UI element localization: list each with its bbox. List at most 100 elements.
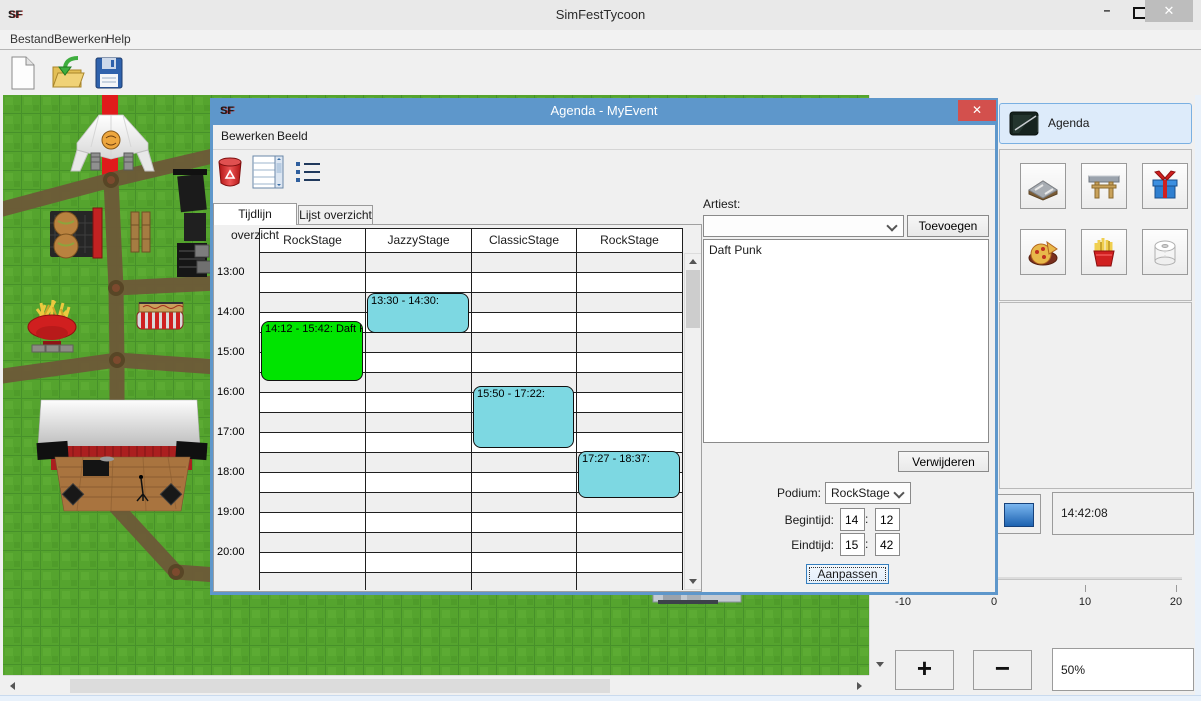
main-menubar: Bestand Bewerken Help xyxy=(0,30,1201,50)
agenda-button-label: Agenda xyxy=(1048,116,1089,130)
stage-header: JazzyStage xyxy=(365,228,472,253)
zoom-out-button[interactable]: − xyxy=(973,650,1032,690)
dialog-close-button[interactable]: ✕ xyxy=(958,100,996,121)
agenda-button[interactable]: Agenda xyxy=(999,103,1192,144)
zoom-level-box[interactable]: 50% xyxy=(1052,648,1194,691)
clock-display: 14:42:08 xyxy=(1052,492,1194,535)
menu-help[interactable]: Help xyxy=(106,32,131,46)
shop-item-toilet-paper[interactable] xyxy=(1142,229,1188,275)
map-hscroll-thumb[interactable] xyxy=(70,679,610,693)
scroll-left-icon[interactable] xyxy=(10,682,15,690)
begin-minute-field[interactable] xyxy=(875,508,900,531)
chevron-down-icon xyxy=(886,220,897,231)
grid-column-line xyxy=(365,253,366,590)
begin-time-label: Begintijd: xyxy=(681,513,834,527)
timeline-view-button[interactable] xyxy=(251,154,285,193)
shop-item-road[interactable] xyxy=(1020,163,1066,209)
timeline-scrollbar[interactable] xyxy=(684,253,702,590)
open-file-button[interactable] xyxy=(50,55,86,93)
schedule-event[interactable]: 14:12 - 15:42: Daft Punk xyxy=(261,321,363,381)
shop-item-pizza[interactable] xyxy=(1020,229,1066,275)
schedule-event[interactable]: 15:50 - 17:22: xyxy=(473,386,574,447)
timeline-panel: RockStageJazzyStageClassicStageRockStage… xyxy=(213,224,702,592)
dialog-menubar: Bewerken Beeld xyxy=(213,125,995,150)
toilet-paper-icon xyxy=(1147,234,1183,270)
scroll-down-icon[interactable] xyxy=(876,662,884,667)
podium-combobox[interactable]: RockStage xyxy=(825,482,911,504)
shop-item-fries[interactable] xyxy=(1081,229,1127,275)
stage-header: RockStage xyxy=(576,228,683,253)
menu-bestand[interactable]: Bestand xyxy=(10,32,54,46)
slider-label: 0 xyxy=(979,596,1009,608)
schedule-event[interactable]: 17:27 - 18:37: xyxy=(578,451,680,498)
play-pause-icon xyxy=(1004,503,1034,527)
slider-label: 10 xyxy=(1070,596,1100,608)
slider-label: -10 xyxy=(888,596,918,608)
time-label: 14:00 xyxy=(217,306,257,318)
scroll-down-icon[interactable] xyxy=(689,579,697,584)
grid-column-line xyxy=(682,253,683,590)
end-time-label: Eindtijd: xyxy=(681,538,834,552)
end-hour-field[interactable] xyxy=(840,533,865,556)
artist-combobox[interactable] xyxy=(703,215,904,237)
chevron-down-icon xyxy=(893,487,904,498)
artist-list-item[interactable]: Daft Punk xyxy=(704,240,988,260)
dialog-menu-beeld[interactable]: Beeld xyxy=(277,129,308,143)
main-toolbar xyxy=(0,50,1201,95)
remove-artist-button[interactable]: Verwijderen xyxy=(898,451,989,472)
time-label: 13:00 xyxy=(217,266,257,278)
scroll-right-icon[interactable] xyxy=(857,682,862,690)
close-button[interactable]: ✕ xyxy=(1145,0,1193,22)
begin-hour-field[interactable] xyxy=(840,508,865,531)
list-view-button[interactable] xyxy=(293,157,323,190)
dialog-titlebar[interactable]: SF Agenda - MyEvent ✕ xyxy=(210,98,998,125)
save-file-button[interactable] xyxy=(93,55,129,93)
grid-column-line xyxy=(471,253,472,590)
window-title: SimFestTycoon xyxy=(0,7,1201,22)
time-label: 16:00 xyxy=(217,386,257,398)
map-horizontal-scrollbar[interactable] xyxy=(3,675,869,696)
add-artist-button[interactable]: Toevoegen xyxy=(907,215,989,237)
timeline-scroll-thumb[interactable] xyxy=(686,270,700,328)
grid-column-line xyxy=(576,253,577,590)
scroll-up-icon[interactable] xyxy=(689,259,697,264)
artist-label: Artiest: xyxy=(703,197,740,211)
slider-tick xyxy=(1176,585,1177,592)
gate-icon xyxy=(1086,168,1122,204)
dialog-menu-bewerken[interactable]: Bewerken xyxy=(221,129,274,143)
trash-icon xyxy=(215,156,245,188)
minimize-button[interactable]: – xyxy=(1092,0,1122,24)
apply-button[interactable]: Aanpassen xyxy=(806,564,889,584)
podium-label: Podium: xyxy=(681,486,821,500)
play-pause-button[interactable] xyxy=(995,494,1041,534)
new-file-button[interactable] xyxy=(8,55,44,93)
gift-icon xyxy=(1147,168,1183,204)
window-edge xyxy=(1195,95,1201,695)
tab-tijdlijn-overzicht[interactable]: Tijdlijn overzicht xyxy=(213,203,297,225)
time-label: 19:00 xyxy=(217,506,257,518)
table-view-icon xyxy=(251,154,285,190)
time-colon: : xyxy=(865,512,868,526)
new-document-icon xyxy=(8,55,38,91)
fries-icon xyxy=(1086,234,1122,270)
agenda-dialog: SF Agenda - MyEvent ✕ Bewerken Beeld xyxy=(210,98,998,595)
schedule-event[interactable]: 13:30 - 14:30: xyxy=(367,293,469,333)
main-stage xyxy=(36,400,207,511)
road-tile-icon xyxy=(1025,168,1061,204)
time-label: 20:00 xyxy=(217,546,257,558)
time-label: 15:00 xyxy=(217,346,257,358)
shop-box xyxy=(999,149,1192,301)
open-folder-icon xyxy=(50,55,86,91)
artist-listbox[interactable]: Daft Punk xyxy=(703,239,989,443)
delete-event-button[interactable] xyxy=(215,156,245,191)
tab-lijst-overzicht[interactable]: Lijst overzicht xyxy=(298,205,373,225)
shop-item-gate[interactable] xyxy=(1081,163,1127,209)
time-label: 18:00 xyxy=(217,466,257,478)
shop-item-gift[interactable] xyxy=(1142,163,1188,209)
dialog-title: Agenda - MyEvent xyxy=(551,103,658,118)
zoom-level-value: 50% xyxy=(1061,663,1085,677)
info-box xyxy=(999,302,1192,489)
end-minute-field[interactable] xyxy=(875,533,900,556)
zoom-in-button[interactable]: + xyxy=(895,650,954,690)
menu-bewerken[interactable]: Bewerken xyxy=(54,32,107,46)
